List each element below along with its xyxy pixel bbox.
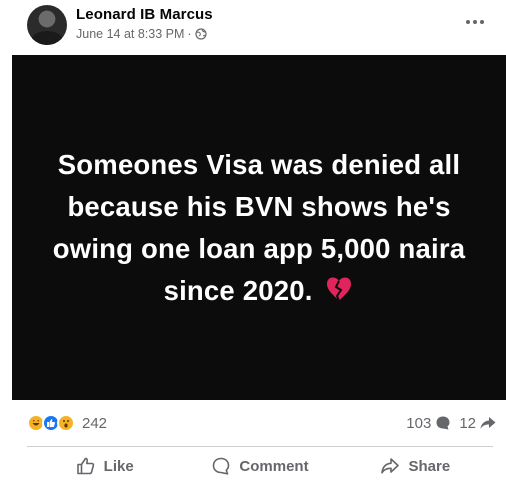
image-text: Someones Visa was denied all because his… bbox=[52, 148, 466, 306]
like-label: Like bbox=[103, 457, 134, 475]
share-label: Share bbox=[408, 457, 451, 475]
comment-label: Comment bbox=[239, 457, 309, 475]
share-count-value: 12 bbox=[459, 414, 476, 432]
comment-button[interactable]: Comment bbox=[182, 448, 337, 484]
avatar-figure bbox=[31, 31, 63, 45]
like-button[interactable]: Like bbox=[27, 448, 182, 484]
post-timestamp[interactable]: June 14 at 8:33 PM bbox=[76, 27, 184, 41]
wow-reaction-icon bbox=[57, 414, 75, 432]
ellipsis-dot bbox=[480, 20, 484, 24]
broken-heart-icon bbox=[327, 277, 352, 301]
more-options-button[interactable] bbox=[462, 12, 488, 32]
comment-count-value: 103 bbox=[406, 414, 432, 432]
meta-separator: · bbox=[187, 27, 192, 41]
action-divider bbox=[27, 446, 493, 447]
ellipsis-dot bbox=[466, 20, 470, 24]
post-meta: June 14 at 8:33 PM · bbox=[76, 27, 207, 41]
engagement-counts: 103 12 bbox=[406, 412, 496, 434]
post-actions: Like Comment Share bbox=[27, 448, 493, 484]
comment-bubble-icon bbox=[436, 416, 450, 430]
reaction-summary[interactable]: 242 bbox=[27, 412, 107, 434]
facebook-post: Leonard IB Marcus June 14 at 8:33 PM · S… bbox=[0, 0, 506, 490]
post-header: Leonard IB Marcus June 14 at 8:33 PM · bbox=[0, 0, 506, 50]
comment-icon bbox=[213, 457, 230, 475]
share-arrow-icon bbox=[480, 417, 496, 429]
post-image[interactable]: Someones Visa was denied all because his… bbox=[12, 55, 506, 400]
author-name[interactable]: Leonard IB Marcus bbox=[76, 6, 213, 23]
image-caption: Someones Visa was denied all because his… bbox=[39, 144, 479, 312]
reaction-count[interactable]: 242 bbox=[82, 415, 107, 432]
author-avatar[interactable] bbox=[27, 5, 67, 45]
share-count[interactable]: 12 bbox=[459, 415, 496, 432]
globe-icon[interactable] bbox=[194, 28, 207, 40]
share-button[interactable]: Share bbox=[338, 448, 493, 484]
ellipsis-dot bbox=[473, 20, 477, 24]
share-icon bbox=[381, 458, 400, 474]
comment-count[interactable]: 103 bbox=[406, 415, 451, 432]
thumbs-up-icon bbox=[76, 457, 94, 475]
